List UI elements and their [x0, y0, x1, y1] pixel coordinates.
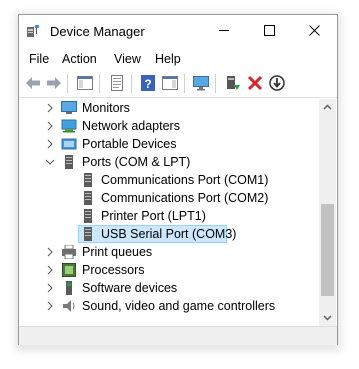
- tree-item-label: Network adapters: [82, 119, 180, 133]
- tree-item-lpt1[interactable]: Printer Port (LPT1): [19, 207, 319, 225]
- software-device-icon: [66, 281, 72, 295]
- tree-item-sound-video[interactable]: Sound, video and game controllers: [19, 297, 319, 315]
- device-manager-app-icon: [27, 25, 39, 37]
- port-icon: [84, 191, 92, 205]
- chevron-down-icon[interactable]: [45, 157, 55, 167]
- disable-icon[interactable]: [268, 74, 286, 92]
- tree-item-software-devices[interactable]: Software devices: [19, 279, 319, 297]
- speaker-icon: [63, 300, 75, 312]
- tree-item-label: Communications Port (COM1): [101, 173, 269, 187]
- help-icon[interactable]: ?: [139, 74, 157, 92]
- title-bar[interactable]: Device Manager: [19, 15, 337, 46]
- close-button[interactable]: [292, 15, 337, 46]
- maximize-icon: [264, 25, 275, 36]
- chevron-right-icon[interactable]: [45, 283, 55, 293]
- uninstall-icon[interactable]: [246, 74, 264, 92]
- chevron-right-icon[interactable]: [45, 265, 55, 275]
- scroll-down-icon[interactable]: [319, 309, 336, 326]
- menu-view[interactable]: View: [114, 52, 141, 66]
- svg-text:?: ?: [144, 77, 151, 91]
- menu-bar: File Action View Help: [19, 48, 337, 68]
- portable-device-icon: [61, 138, 77, 150]
- tree-item-label: Monitors: [82, 101, 130, 115]
- menu-file[interactable]: File: [29, 52, 49, 66]
- tree-item-com2[interactable]: Communications Port (COM2): [19, 189, 319, 207]
- tree-item-processors[interactable]: Processors: [19, 261, 319, 279]
- action-pane-icon[interactable]: [161, 74, 179, 92]
- port-icon: [84, 209, 92, 223]
- status-bar: [19, 326, 337, 345]
- back-icon[interactable]: [24, 74, 42, 92]
- network-adapter-icon: [61, 119, 77, 133]
- tree-item-label: Ports (COM & LPT): [82, 155, 191, 169]
- scrollbar-thumb[interactable]: [321, 204, 334, 296]
- port-icon: [65, 155, 73, 169]
- update-driver-icon[interactable]: [224, 74, 242, 92]
- scroll-up-icon[interactable]: [319, 99, 336, 116]
- tree-item-ports[interactable]: Ports (COM & LPT): [19, 153, 319, 171]
- forward-icon[interactable]: [45, 74, 63, 92]
- minimize-button[interactable]: [202, 15, 247, 46]
- toolbar: ?: [19, 70, 337, 98]
- menu-help[interactable]: Help: [155, 52, 181, 66]
- chevron-right-icon[interactable]: [45, 139, 55, 149]
- tree-item-label: Sound, video and game controllers: [82, 299, 276, 313]
- tree-item-com1[interactable]: Communications Port (COM1): [19, 171, 319, 189]
- chevron-right-icon[interactable]: [45, 247, 55, 257]
- chevron-right-icon[interactable]: [45, 301, 55, 311]
- chevron-right-icon[interactable]: [45, 121, 55, 131]
- properties-icon[interactable]: [108, 74, 126, 92]
- close-icon: [309, 25, 320, 36]
- monitor-icon: [61, 101, 77, 114]
- tree-item-label: Software devices: [82, 281, 178, 295]
- tree-item-portable-devices[interactable]: Portable Devices: [19, 135, 319, 153]
- tree-item-print-queues[interactable]: Print queues: [19, 243, 319, 261]
- window-title: Device Manager: [50, 24, 145, 39]
- menu-action[interactable]: Action: [62, 52, 97, 66]
- printer-icon: [62, 245, 76, 259]
- processor-icon: [62, 263, 76, 277]
- tree-item-label: Portable Devices: [82, 137, 177, 151]
- tree-item-label: Print queues: [82, 245, 153, 259]
- tree-item-label: USB Serial Port (COM3): [101, 227, 237, 241]
- vertical-scrollbar[interactable]: [319, 99, 336, 326]
- device-manager-window: Device Manager File Action View Help ? M…: [18, 14, 338, 345]
- tree-item-com3-selected[interactable]: USB Serial Port (COM3): [19, 225, 319, 243]
- show-hide-console-tree-icon[interactable]: [76, 74, 94, 92]
- tree-item-label: Communications Port (COM2): [101, 191, 269, 205]
- port-icon: [84, 227, 92, 241]
- maximize-button[interactable]: [247, 15, 292, 46]
- tree-item-network-adapters[interactable]: Network adapters: [19, 117, 319, 135]
- tree-item-label: Printer Port (LPT1): [101, 209, 206, 223]
- tree-item-label: Processors: [82, 263, 145, 277]
- tree-item-monitors[interactable]: Monitors: [19, 99, 319, 117]
- minimize-icon: [219, 30, 229, 31]
- monitor-icon[interactable]: [192, 74, 210, 92]
- chevron-right-icon[interactable]: [45, 103, 55, 113]
- port-icon: [84, 173, 92, 187]
- device-tree: Monitors Network adapters Portable Devic…: [19, 99, 319, 326]
